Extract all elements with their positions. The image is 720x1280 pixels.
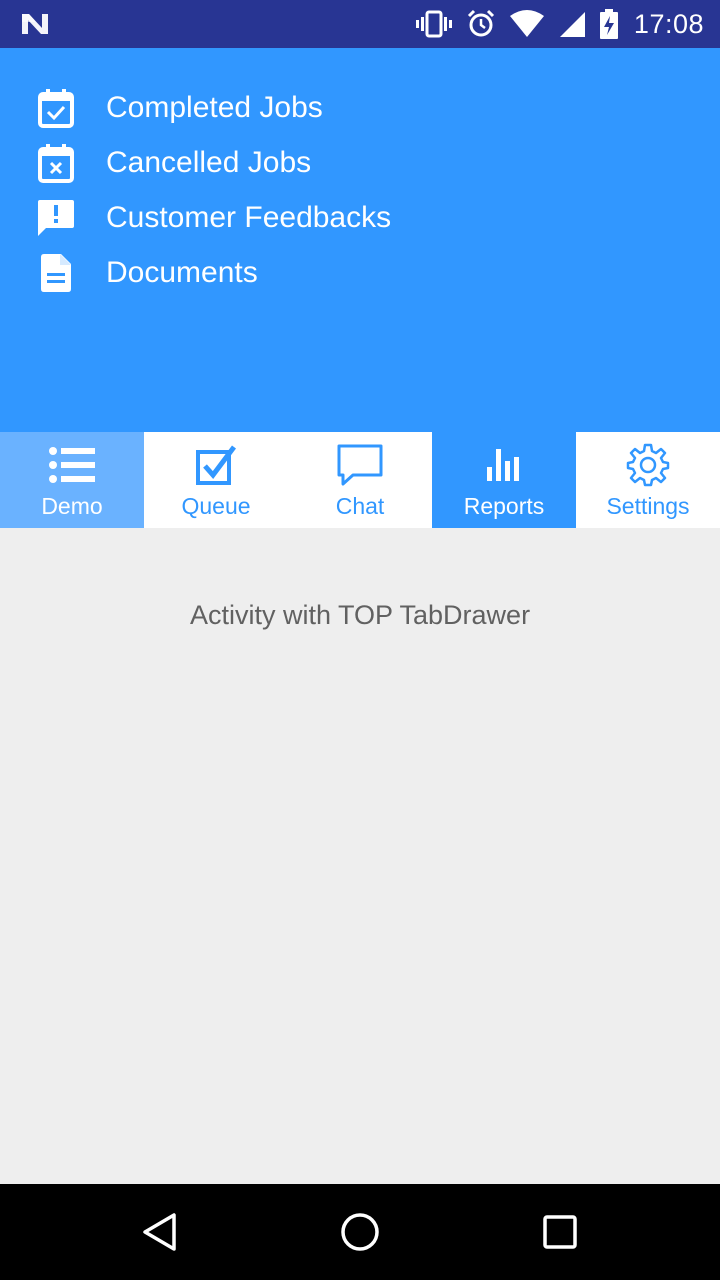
wifi-icon xyxy=(509,10,544,37)
tab-queue[interactable]: Queue xyxy=(144,432,288,528)
tab-demo[interactable]: Demo xyxy=(0,432,144,528)
calendar-check-icon xyxy=(34,86,78,130)
chat-bubble-icon xyxy=(288,442,432,488)
content-area: Activity with TOP TabDrawer xyxy=(0,528,720,1184)
drawer-item-label: Cancelled Jobs xyxy=(106,146,312,179)
document-icon xyxy=(34,251,78,295)
tab-label: Queue xyxy=(181,493,251,519)
back-button[interactable] xyxy=(136,1208,184,1256)
bar-chart-icon xyxy=(432,442,576,488)
tab-label: Demo xyxy=(41,493,103,519)
tab-settings[interactable]: Settings xyxy=(576,432,720,528)
alarm-icon xyxy=(467,9,494,37)
drawer-item-label: Documents xyxy=(106,256,258,289)
tab-reports[interactable]: Reports xyxy=(432,432,576,528)
gear-icon xyxy=(576,442,720,488)
feedback-icon xyxy=(34,196,78,240)
activity-message: Activity with TOP TabDrawer xyxy=(189,600,531,630)
drawer-item-label: Completed Jobs xyxy=(106,91,323,124)
list-icon xyxy=(0,442,144,488)
battery-charging-icon xyxy=(599,9,618,39)
recents-icon xyxy=(543,1215,577,1249)
checkbox-icon xyxy=(144,442,288,488)
signal-icon xyxy=(559,12,585,37)
recents-button[interactable] xyxy=(536,1208,584,1256)
home-icon xyxy=(341,1213,379,1251)
tab-chat[interactable]: Chat xyxy=(288,432,432,528)
status-time: 17:08 xyxy=(633,8,704,39)
n-logo-icon xyxy=(22,14,48,34)
vibrate-icon xyxy=(415,10,452,38)
back-icon xyxy=(143,1213,176,1251)
status-bar: 17:08 xyxy=(0,0,720,48)
drawer-item-documents[interactable]: Documents xyxy=(34,251,258,295)
navigation-bar xyxy=(0,1184,720,1280)
calendar-remove-icon xyxy=(34,141,78,185)
home-button[interactable] xyxy=(336,1208,384,1256)
drawer-item-completed-jobs[interactable]: Completed Jobs xyxy=(34,86,323,130)
tab-label: Settings xyxy=(606,493,690,519)
drawer-item-cancelled-jobs[interactable]: Cancelled Jobs xyxy=(34,141,311,185)
drawer: Completed Jobs Cancelled Jobs Customer F… xyxy=(0,48,720,432)
tab-label: Chat xyxy=(335,493,385,519)
tab-label: Reports xyxy=(463,493,545,519)
drawer-item-customer-feedbacks[interactable]: Customer Feedbacks xyxy=(34,196,391,240)
drawer-item-label: Customer Feedbacks xyxy=(106,201,392,234)
tab-bar: Demo Queue Chat Reports Settings xyxy=(0,432,720,528)
